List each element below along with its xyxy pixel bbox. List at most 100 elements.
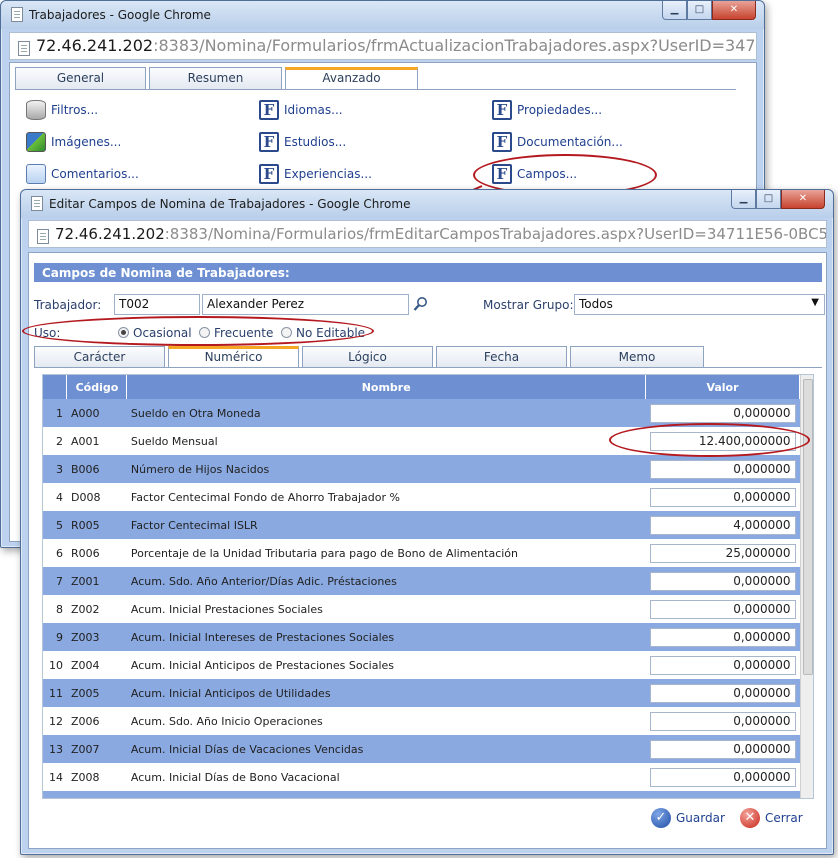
value-input[interactable]: 0,000000 bbox=[649, 487, 796, 507]
front-window-title: Editar Campos de Nomina de Trabajadores … bbox=[49, 197, 411, 211]
link-filtros[interactable]: Filtros... bbox=[26, 100, 98, 120]
tab-memo[interactable]: Memo bbox=[570, 346, 704, 368]
row-code: Z007 bbox=[66, 735, 127, 763]
grid-vertical-scrollbar[interactable] bbox=[800, 375, 813, 798]
column-header-nombre[interactable]: Nombre bbox=[126, 375, 646, 399]
row-code: R005 bbox=[66, 511, 127, 539]
dropdown-arrow-icon: ▼ bbox=[811, 297, 819, 308]
table-row[interactable]: 4 D008 Factor Centecimal Fondo de Ahorro T… bbox=[43, 483, 800, 511]
front-window-titlebar[interactable]: Editar Campos de Nomina de Trabajadores … bbox=[21, 190, 833, 218]
search-icon[interactable] bbox=[413, 296, 429, 312]
radio-dot-icon bbox=[199, 327, 210, 338]
form-icon: F bbox=[259, 100, 279, 120]
tab-logico[interactable]: Lógico bbox=[302, 346, 433, 368]
row-code: B006 bbox=[66, 455, 127, 483]
scrollbar-thumb[interactable] bbox=[803, 379, 813, 675]
value-input[interactable]: 0,000000 bbox=[649, 599, 796, 619]
radio-frecuente[interactable]: Frecuente bbox=[199, 326, 273, 340]
value-input[interactable]: 0,000000 bbox=[649, 403, 796, 423]
link-comentarios[interactable]: Comentarios... bbox=[26, 164, 139, 184]
row-number: 1 bbox=[43, 399, 67, 427]
uso-label: Uso: bbox=[34, 326, 61, 340]
tab-general[interactable]: General bbox=[15, 67, 146, 89]
link-documentacion[interactable]: F Documentación... bbox=[492, 132, 623, 152]
radio-no-editable[interactable]: No Editable bbox=[281, 326, 365, 340]
table-row[interactable]: 7 Z001 Acum. Sdo. Año Anterior/Días Adic. … bbox=[43, 567, 800, 595]
value-input[interactable]: 0,000000 bbox=[649, 571, 796, 591]
cancel-icon: ✕ bbox=[740, 808, 760, 828]
row-value-cell: 0,000000 bbox=[645, 651, 800, 679]
front-browser-window: Editar Campos de Nomina de Trabajadores … bbox=[20, 189, 834, 855]
maximize-icon[interactable]: □ bbox=[687, 1, 712, 20]
value-input[interactable]: 0,000000 bbox=[649, 655, 796, 675]
table-row[interactable]: 5 R005 Factor Centecimal ISLR 4,000000 bbox=[43, 511, 800, 539]
row-value-cell: 0,000000 bbox=[645, 735, 800, 763]
link-estudios-label: Estudios... bbox=[284, 135, 347, 149]
link-imagenes-label: Imágenes... bbox=[51, 135, 122, 149]
row-code: Z001 bbox=[66, 567, 127, 595]
radio-ocasional[interactable]: Ocasional bbox=[118, 326, 192, 340]
tab-caracter[interactable]: Carácter bbox=[34, 346, 165, 368]
table-row[interactable]: 6 R006 Porcentaje de la Unidad Tributaria … bbox=[43, 539, 800, 567]
picture-icon bbox=[26, 132, 46, 152]
value-input[interactable]: 0,000000 bbox=[649, 711, 796, 731]
table-row[interactable]: 9 Z003 Acum. Inicial Intereses de Prestaci… bbox=[43, 623, 800, 651]
value-input[interactable]: 0,000000 bbox=[649, 767, 796, 787]
value-input[interactable]: 0,000000 bbox=[649, 627, 796, 647]
close-icon[interactable]: ✕ bbox=[712, 1, 756, 20]
table-row[interactable]: 1 A000 Sueldo en Otra Moneda 0,000000 bbox=[43, 399, 800, 427]
row-code: Z005 bbox=[66, 679, 127, 707]
column-header-codigo[interactable]: Código bbox=[66, 375, 128, 399]
table-row[interactable]: 8 Z002 Acum. Inicial Prestaciones Sociales… bbox=[43, 595, 800, 623]
url-path: :8383/Nomina/Formularios/frmEditarCampos… bbox=[164, 225, 827, 243]
back-address-bar[interactable]: 72.46.241.202:8383/Nomina/Formularios/fr… bbox=[9, 32, 757, 60]
tab-numerico[interactable]: Numérico bbox=[168, 346, 299, 368]
link-propiedades[interactable]: F Propiedades... bbox=[492, 100, 602, 120]
minimize-icon[interactable]: ▁ bbox=[662, 1, 687, 20]
table-row[interactable]: 14 Z008 Acum. Inicial Días de Bono Vacacio… bbox=[43, 763, 800, 791]
table-row[interactable]: 10 Z004 Acum. Inicial Anticipos de Prestac… bbox=[43, 651, 800, 679]
row-value-cell: 0,000000 bbox=[645, 455, 800, 483]
table-row[interactable]: 12 Z006 Acum. Sdo. Año Inicio Operaciones 0… bbox=[43, 707, 800, 735]
form-icon: F bbox=[492, 100, 512, 120]
minimize-icon[interactable]: ▁ bbox=[731, 190, 756, 209]
table-row[interactable]: 3 B006 Número de Hijos Nacidos 0,000000 bbox=[43, 455, 800, 483]
row-name: Número de Hijos Nacidos bbox=[126, 455, 646, 483]
column-header-valor[interactable]: Valor bbox=[645, 375, 801, 399]
radio-frecuente-label: Frecuente bbox=[214, 326, 274, 340]
cerrar-button[interactable]: ✕ Cerrar bbox=[740, 808, 803, 828]
value-input[interactable]: 0,000000 bbox=[649, 739, 796, 759]
link-imagenes[interactable]: Imágenes... bbox=[26, 132, 121, 152]
table-row[interactable]: 2 A001 Sueldo Mensual 12.400,000000 bbox=[43, 427, 800, 455]
table-row[interactable]: 13 Z007 Acum. Inicial Días de Vacaciones V… bbox=[43, 735, 800, 763]
value-input[interactable]: 12.400,000000 bbox=[649, 431, 796, 451]
guardar-button[interactable]: ✓ Guardar bbox=[651, 808, 725, 828]
row-code: Z003 bbox=[66, 623, 127, 651]
mostrar-grupo-select[interactable]: Todos ▼ bbox=[574, 294, 825, 315]
back-window-titlebar[interactable]: Trabajadores - Google Chrome ▁ □ ✕ bbox=[1, 1, 764, 29]
link-campos[interactable]: F Campos... bbox=[492, 164, 577, 184]
front-address-bar[interactable]: 72.46.241.202:8383/Nomina/Formularios/fr… bbox=[28, 220, 827, 248]
table-row[interactable]: 11 Z005 Acum. Inicial Anticipos de Utilida… bbox=[43, 679, 800, 707]
link-estudios[interactable]: F Estudios... bbox=[259, 132, 346, 152]
tab-fecha[interactable]: Fecha bbox=[436, 346, 567, 368]
page-icon bbox=[11, 7, 23, 22]
link-idiomas[interactable]: F Idiomas... bbox=[259, 100, 343, 120]
trabajador-name-input[interactable]: Alexander Perez bbox=[202, 294, 409, 315]
close-icon[interactable]: ✕ bbox=[781, 190, 825, 209]
value-input[interactable]: 0,000000 bbox=[649, 683, 796, 703]
maximize-icon[interactable]: □ bbox=[756, 190, 781, 209]
trabajador-code-input[interactable]: T002 bbox=[114, 294, 200, 315]
row-value-cell: 0,000000 bbox=[645, 567, 800, 595]
value-input[interactable]: 25,000000 bbox=[649, 543, 796, 563]
page-icon bbox=[31, 196, 43, 211]
row-code: A001 bbox=[66, 427, 127, 455]
tab-avanzado[interactable]: Avanzado bbox=[285, 67, 418, 89]
value-input[interactable]: 0,000000 bbox=[649, 459, 796, 479]
link-experiencias[interactable]: F Experiencias... bbox=[259, 164, 372, 184]
tab-resumen[interactable]: Resumen bbox=[149, 67, 282, 89]
value-input[interactable]: 4,000000 bbox=[649, 515, 796, 535]
form-icon: F bbox=[259, 132, 279, 152]
page-icon bbox=[18, 41, 30, 56]
trabajador-label: Trabajador: bbox=[34, 298, 102, 312]
